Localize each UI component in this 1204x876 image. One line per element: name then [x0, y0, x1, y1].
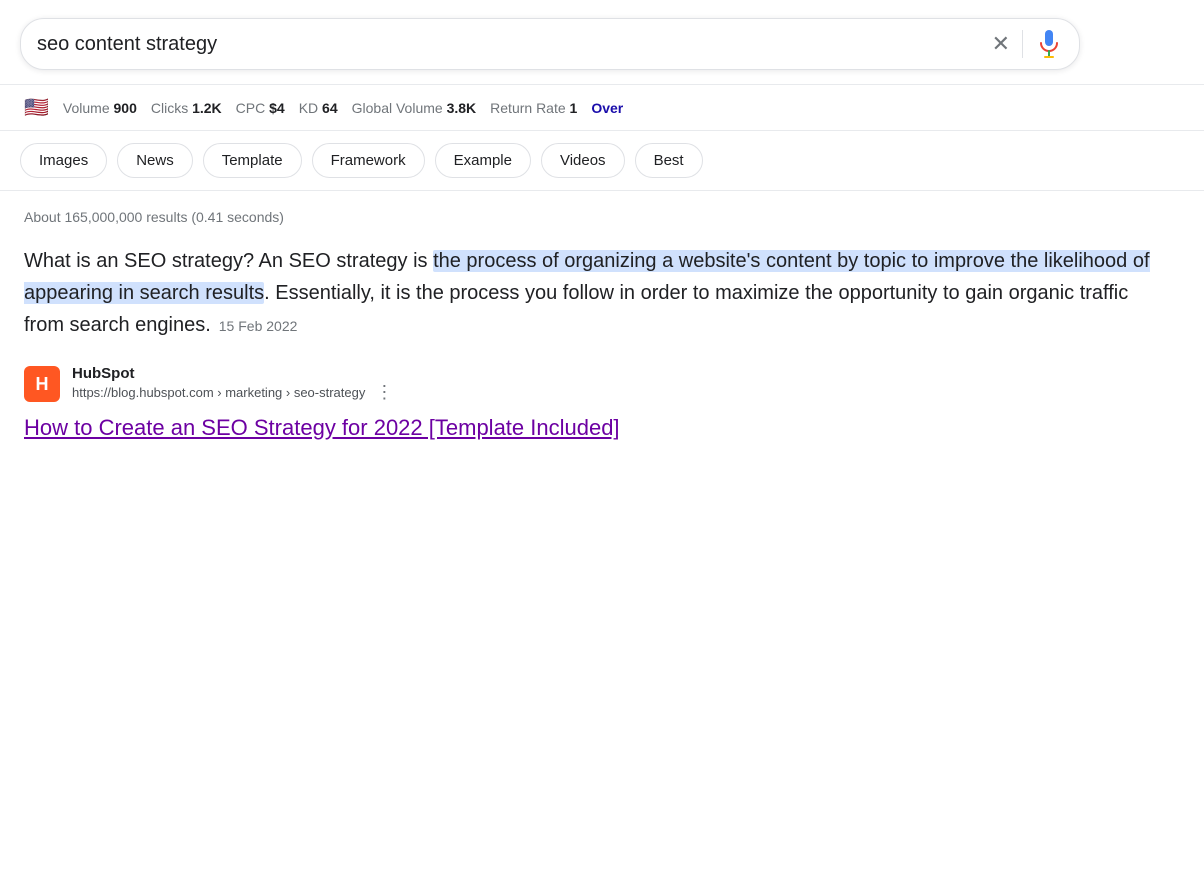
metric-global-volume: Global Volume 3.8K	[352, 100, 477, 116]
metric-kd-value: 64	[322, 100, 338, 116]
results-count: About 165,000,000 results (0.41 seconds)	[24, 209, 1180, 225]
source-row: H HubSpot https://blog.hubspot.com › mar…	[24, 365, 1180, 403]
metric-volume-value: 900	[114, 100, 137, 116]
pill-framework[interactable]: Framework	[312, 143, 425, 178]
search-input[interactable]	[37, 33, 992, 56]
metric-clicks-value: 1.2K	[192, 100, 222, 116]
pill-example[interactable]: Example	[435, 143, 531, 178]
metrics-row: 🇺🇸 Volume 900 Clicks 1.2K CPC $4 KD 64 G…	[0, 85, 1204, 131]
mic-icon[interactable]	[1035, 26, 1063, 62]
search-divider	[1022, 30, 1023, 58]
metric-volume: Volume 900	[63, 100, 137, 116]
source-info: HubSpot https://blog.hubspot.com › marke…	[72, 365, 393, 403]
metric-cpc: CPC $4	[236, 100, 285, 116]
result-title-link[interactable]: How to Create an SEO Strategy for 2022 […	[24, 415, 620, 440]
metric-cpc-value: $4	[269, 100, 285, 116]
pill-template[interactable]: Template	[203, 143, 302, 178]
metric-kd: KD 64	[299, 100, 338, 116]
metric-clicks: Clicks 1.2K	[151, 100, 222, 116]
source-logo: H	[24, 366, 60, 402]
search-bar-container: ✕	[0, 0, 1204, 85]
source-name: HubSpot	[72, 365, 393, 382]
pill-images[interactable]: Images	[20, 143, 107, 178]
source-options-icon[interactable]: ⋮	[375, 382, 393, 403]
source-url: https://blog.hubspot.com › marketing › s…	[72, 382, 393, 403]
metric-return-rate-value: 1	[570, 100, 578, 116]
results-container: About 165,000,000 results (0.41 seconds)…	[0, 191, 1204, 459]
pill-videos[interactable]: Videos	[541, 143, 625, 178]
featured-snippet: What is an SEO strategy? An SEO strategy…	[24, 245, 1164, 341]
metric-return-rate: Return Rate 1	[490, 100, 577, 116]
snippet-text-before: What is an SEO strategy? An SEO strategy…	[24, 250, 433, 272]
metric-global-volume-value: 3.8K	[447, 100, 477, 116]
source-url-text[interactable]: https://blog.hubspot.com › marketing › s…	[72, 385, 365, 400]
snippet-date: 15 Feb 2022	[219, 318, 298, 334]
overflow-link[interactable]: Over	[591, 100, 623, 116]
pill-news[interactable]: News	[117, 143, 193, 178]
hs-logo-text: H	[36, 374, 49, 395]
filter-pills: Images News Template Framework Example V…	[0, 131, 1204, 191]
flag-icon: 🇺🇸	[24, 95, 49, 120]
clear-icon[interactable]: ✕	[992, 33, 1010, 55]
pill-best[interactable]: Best	[635, 143, 703, 178]
search-bar: ✕	[20, 18, 1080, 70]
